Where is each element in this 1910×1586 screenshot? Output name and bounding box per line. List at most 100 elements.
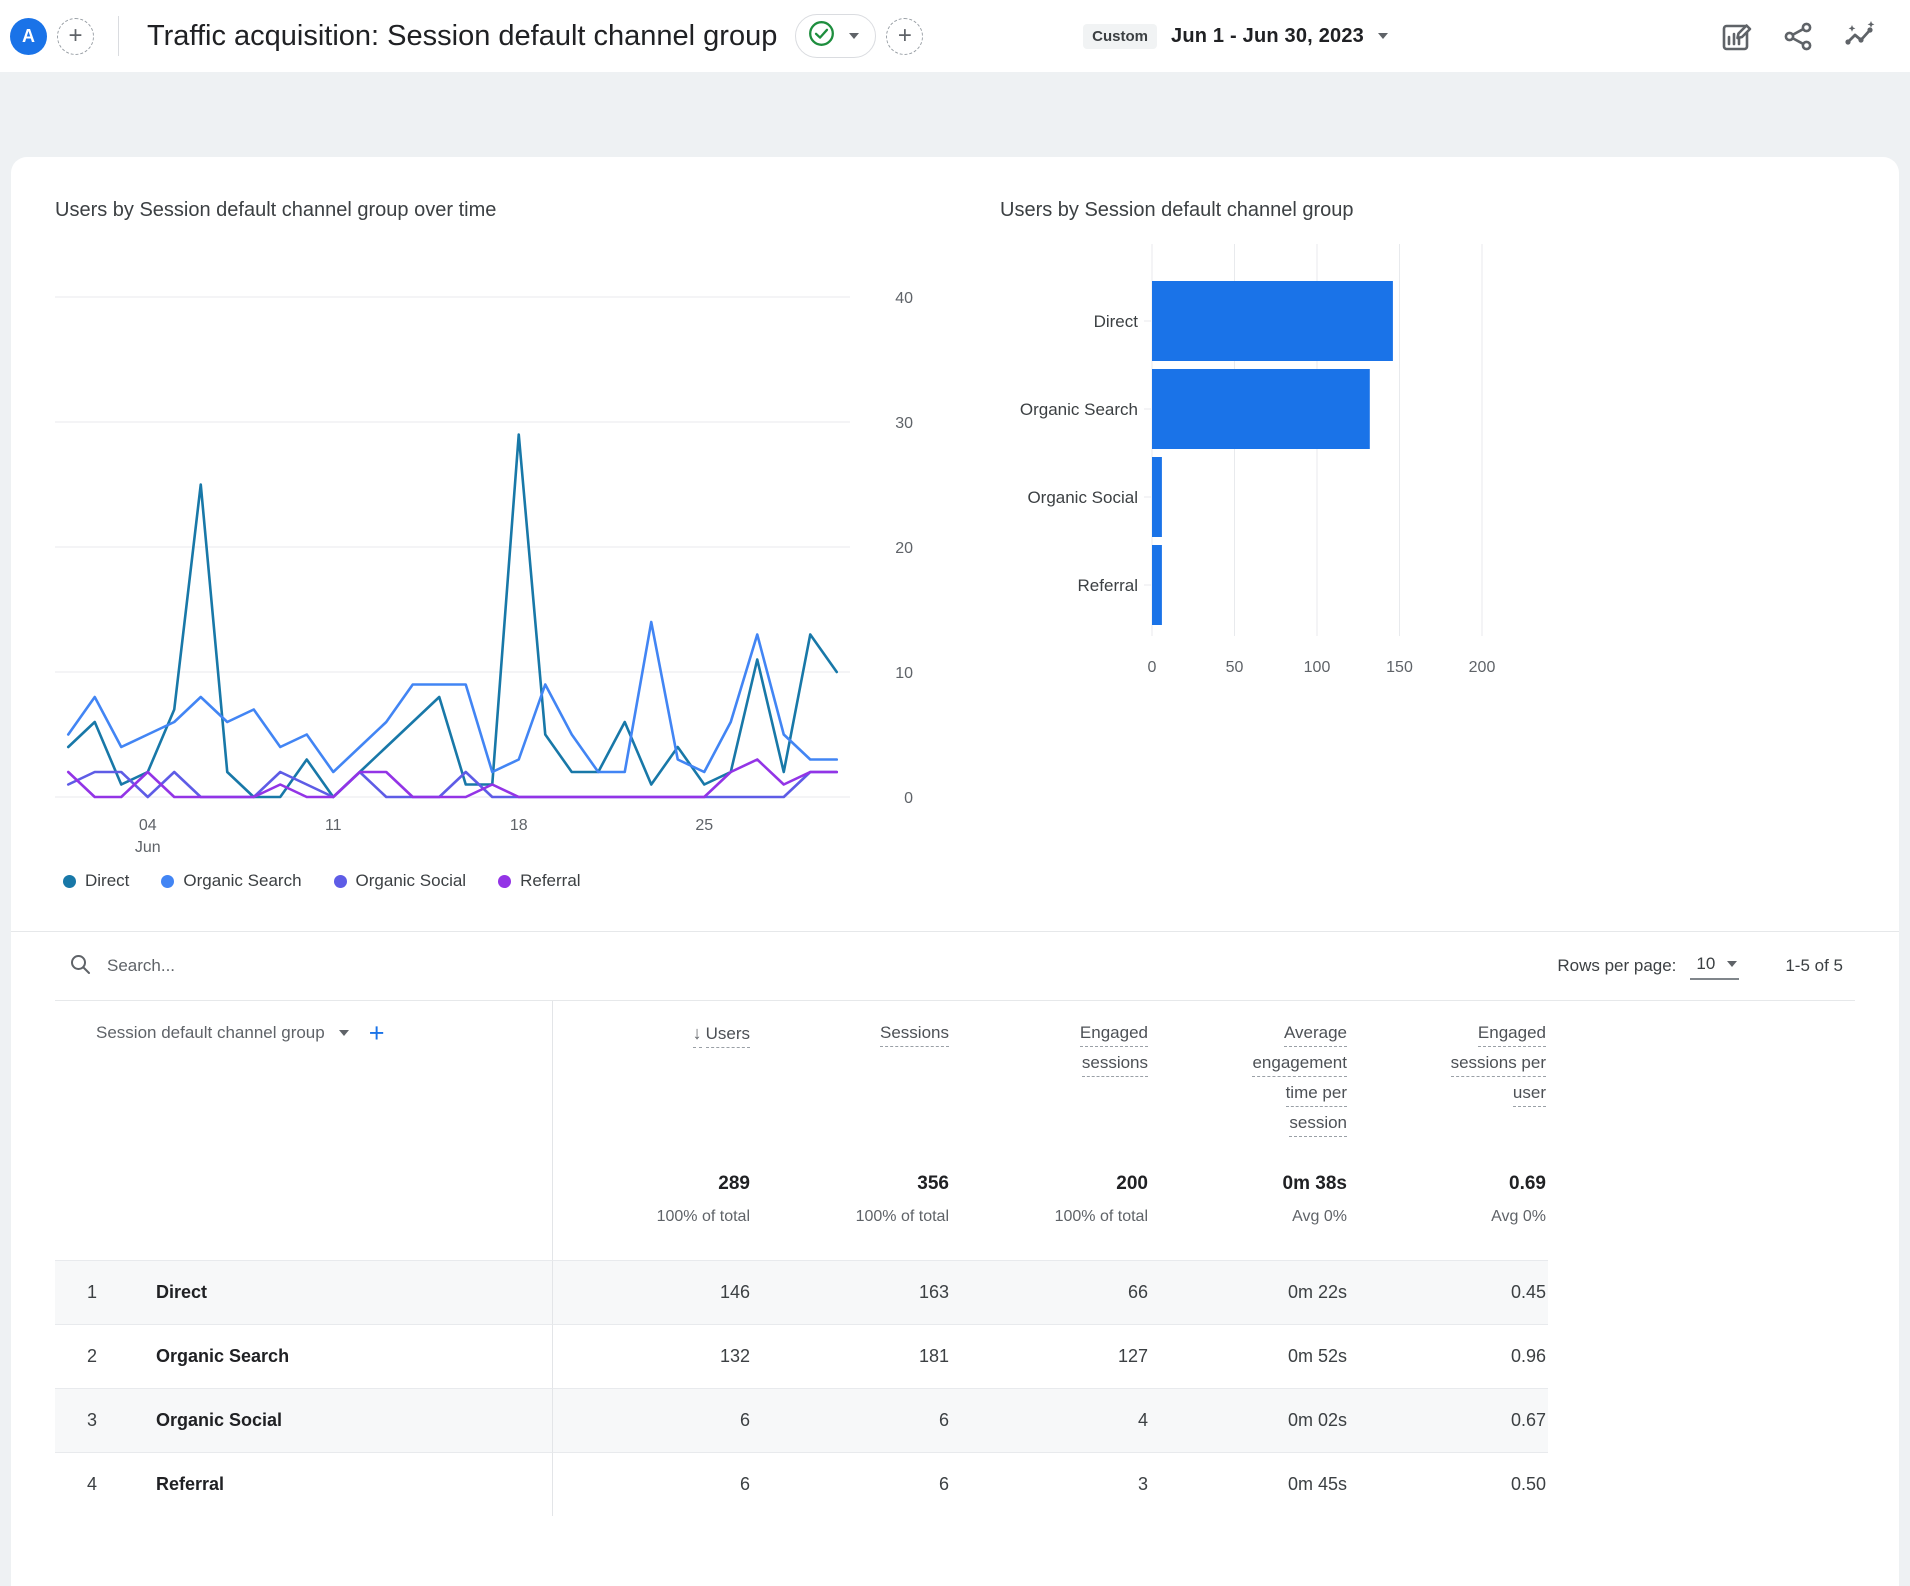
legend-item: Direct <box>63 871 129 891</box>
svg-text:150: 150 <box>1386 659 1413 676</box>
row-metric-cell: 127 <box>951 1324 1150 1388</box>
row-metric-cell: 6 <box>553 1452 752 1516</box>
bar-chart-title: Users by Session default channel group <box>1000 199 1354 221</box>
column-header[interactable]: Sessions <box>752 1001 951 1143</box>
column-header[interactable]: Average engagement time per session <box>1150 1001 1349 1143</box>
legend-item: Organic Social <box>333 871 466 891</box>
legend-dot-icon <box>63 874 76 888</box>
column-header[interactable]: Engaged sessions <box>951 1001 1150 1143</box>
svg-text:Organic Search: Organic Search <box>1020 400 1138 419</box>
row-metric-cell: 0.67 <box>1349 1388 1548 1452</box>
totals-cell: 289 100% of total <box>656 1173 750 1225</box>
search-icon <box>69 953 91 980</box>
svg-text:Direct: Direct <box>1094 312 1139 331</box>
row-metric-cell: 0.96 <box>1349 1324 1548 1388</box>
line-chart-title: Users by Session default channel group o… <box>55 199 497 221</box>
pagination-range: 1-5 of 5 <box>1785 956 1843 975</box>
report-canvas: Users by Session default channel group o… <box>0 72 1910 1586</box>
line-chart-block: Users by Session default channel group o… <box>55 199 927 891</box>
svg-text:200: 200 <box>1469 659 1496 676</box>
svg-text:18: 18 <box>510 817 528 834</box>
header-divider <box>118 16 119 56</box>
svg-text:10: 10 <box>895 665 913 682</box>
bar-chart[interactable]: 0 50 100 150 200 Direct Organic Search Organic … <box>1000 236 1545 696</box>
edit-report-icon[interactable] <box>1718 18 1755 55</box>
avatar[interactable]: A <box>10 17 47 55</box>
row-metric-cell: 4 <box>951 1388 1150 1452</box>
svg-text:Organic Social: Organic Social <box>1027 488 1138 507</box>
search-input[interactable] <box>107 956 527 976</box>
svg-text:40: 40 <box>895 290 913 307</box>
column-header[interactable]: ↓ Users <box>553 1001 752 1143</box>
legend-dot-icon <box>161 874 175 888</box>
svg-text:0: 0 <box>1148 659 1157 676</box>
legend-item: Organic Search <box>161 871 302 891</box>
row-metric-cell: 0.45 <box>1349 1260 1548 1324</box>
report-approved-badge[interactable] <box>795 14 877 58</box>
row-metric-cell: 132 <box>553 1324 752 1388</box>
row-metric-cell: 181 <box>752 1324 951 1388</box>
row-metric-cell: 163 <box>752 1260 951 1324</box>
svg-text:20: 20 <box>895 540 913 557</box>
row-metric-cell: 0.50 <box>1349 1452 1548 1516</box>
row-dimension: Organic Search <box>115 1324 553 1388</box>
row-metric-cell: 0m 02s <box>1150 1388 1349 1452</box>
totals-dimension-cell <box>55 1143 553 1260</box>
data-table: Session default channel group + ↓ Users Se… <box>55 1000 1855 1516</box>
row-metric-cell: 6 <box>752 1388 951 1452</box>
row-metric-cell: 6 <box>553 1388 752 1452</box>
row-metric-cell: 0m 52s <box>1150 1324 1349 1388</box>
totals-cell: 0m 38s Avg 0% <box>1282 1173 1347 1225</box>
legend-dot-icon <box>333 874 347 888</box>
row-dimension: Organic Social <box>115 1388 553 1452</box>
chevron-down-icon <box>1378 33 1388 39</box>
row-metric-cell: 66 <box>951 1260 1150 1324</box>
column-header[interactable]: Engaged sessions per user <box>1349 1001 1548 1143</box>
row-index: 2 <box>55 1324 115 1388</box>
svg-text:50: 50 <box>1226 659 1244 676</box>
date-range-type-badge: Custom <box>1083 23 1158 49</box>
svg-text:0: 0 <box>904 790 913 807</box>
row-index: 3 <box>55 1388 115 1452</box>
add-dimension-button[interactable]: + <box>369 1020 385 1047</box>
legend-dot-icon <box>498 874 512 888</box>
row-metric-cell: 0m 22s <box>1150 1260 1349 1324</box>
add-comparison-button[interactable]: + <box>886 17 924 55</box>
approved-check-icon <box>808 20 835 52</box>
svg-text:Referral: Referral <box>1078 576 1138 595</box>
svg-text:04: 04 <box>139 817 157 834</box>
line-legend: Direct Organic Search Organic Social Referr… <box>63 871 927 891</box>
svg-text:Jun: Jun <box>135 839 161 856</box>
table-toolbar: Rows per page: 10 1-5 of 5 <box>55 932 1855 1000</box>
svg-text:30: 30 <box>895 415 913 432</box>
add-user-button[interactable]: + <box>57 17 94 55</box>
row-index: 4 <box>55 1452 115 1516</box>
dimension-header[interactable]: Session default channel group + <box>55 1001 553 1143</box>
svg-text:100: 100 <box>1304 659 1331 676</box>
page-title: Traffic acquisition: Session default cha… <box>147 19 778 52</box>
row-metric-cell: 3 <box>951 1452 1150 1516</box>
insights-icon[interactable] <box>1842 17 1880 55</box>
totals-cell: 0.69 Avg 0% <box>1491 1173 1546 1225</box>
svg-text:25: 25 <box>695 817 713 834</box>
share-icon[interactable] <box>1781 19 1816 54</box>
rows-per-page-label: Rows per page: <box>1557 956 1677 975</box>
svg-text:11: 11 <box>325 817 342 834</box>
line-chart[interactable]: 0 10 20 30 40 04 Jun 11 18 25 <box>55 234 927 856</box>
date-range-value: Jun 1 - Jun 30, 2023 <box>1171 24 1364 47</box>
totals-cell: 356 100% of total <box>855 1173 949 1225</box>
rows-per-page-select[interactable]: 10 <box>1690 952 1740 980</box>
row-metric-cell: 146 <box>553 1260 752 1324</box>
date-range-picker[interactable]: Custom Jun 1 - Jun 30, 2023 <box>1083 23 1388 49</box>
chevron-down-icon <box>338 1030 349 1036</box>
chevron-down-icon <box>849 33 860 39</box>
top-bar: A + Traffic acquisition: Session default… <box>0 0 1910 72</box>
row-metric-cell: 6 <box>752 1452 951 1516</box>
row-dimension: Direct <box>115 1260 553 1324</box>
row-index: 1 <box>55 1260 115 1324</box>
report-card: Users by Session default channel group o… <box>11 157 1899 1586</box>
legend-item: Referral <box>498 871 581 891</box>
sort-arrow-icon: ↓ <box>692 1023 702 1048</box>
chevron-down-icon <box>1727 961 1738 967</box>
row-dimension: Referral <box>115 1452 553 1516</box>
